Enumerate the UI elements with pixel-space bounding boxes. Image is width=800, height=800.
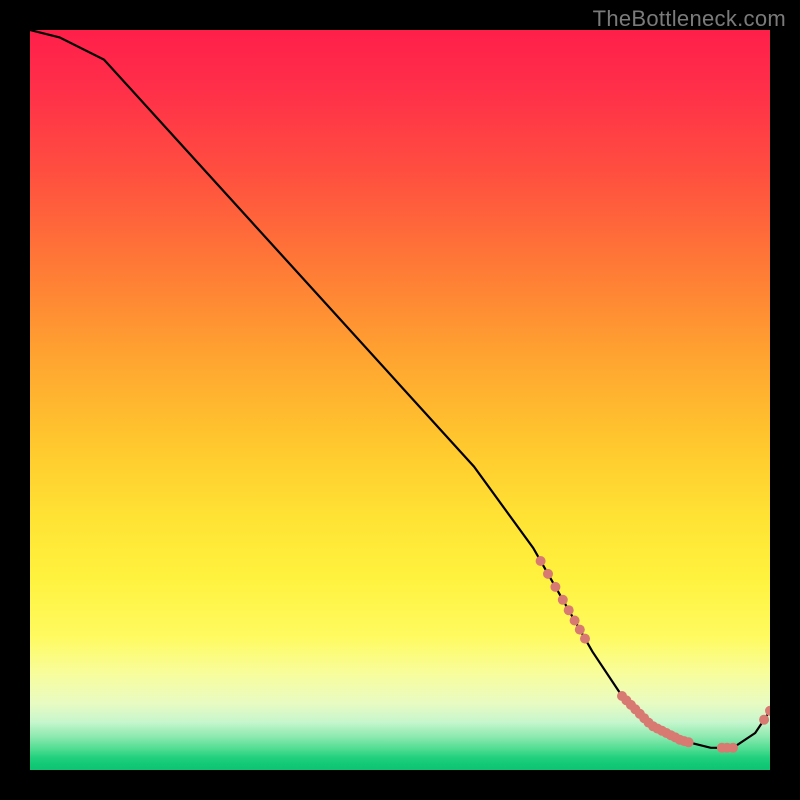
watermark-text: TheBottleneck.com <box>593 6 786 32</box>
marker-dot <box>536 556 546 566</box>
marker-dot <box>550 582 560 592</box>
marker-dot <box>728 743 738 753</box>
marker-dot <box>684 737 694 747</box>
marker-dot <box>575 625 585 635</box>
bottleneck-curve <box>30 30 770 748</box>
curve-markers <box>536 556 770 753</box>
plot-area <box>30 30 770 770</box>
marker-dot <box>564 605 574 615</box>
marker-dot <box>543 569 553 579</box>
marker-dot <box>759 715 769 725</box>
marker-dot <box>570 616 580 626</box>
curve-svg <box>30 30 770 770</box>
marker-dot <box>558 595 568 605</box>
marker-dot <box>765 706 770 716</box>
chart-frame: TheBottleneck.com <box>0 0 800 800</box>
marker-dot <box>580 634 590 644</box>
curve-line-group <box>30 30 770 748</box>
